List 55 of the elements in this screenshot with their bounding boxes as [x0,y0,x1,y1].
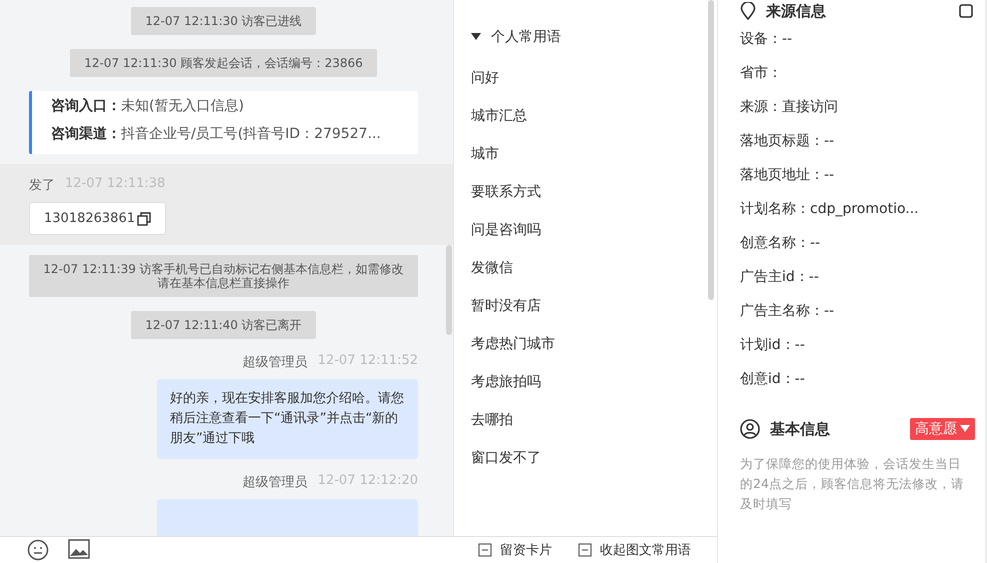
document-icon [478,543,492,557]
phrase-item[interactable]: 要联系方式 [471,173,541,211]
message-time: 12-07 12:12:20 [318,473,418,490]
scrollbar[interactable] [446,245,452,335]
sender-name: 超级管理员 [242,354,308,371]
phone-number: 13018263861 [44,211,135,226]
section-title: 基本信息 [770,420,830,438]
toolbar-action[interactable]: 留资卡片 [478,541,552,559]
phrase-item[interactable]: 考虑旅拍吗 [471,363,541,401]
sender-name: 发了 [29,177,55,194]
system-message: 12-07 12:11:40 访客已离开 [131,311,316,339]
caret-icon [960,425,970,433]
user-icon [740,419,760,439]
notice-text: 为了保障您的使用体验，会话发生当日的24点之后，顾客信息将无法修改，请及时填写 [740,455,965,513]
info-field: 创意id：-- [740,362,985,396]
entry-label: 咨询渠道： [51,126,121,142]
entry-label: 咨询入口： [51,98,121,114]
phrase-group-toggle[interactable]: 个人常用语 [471,28,717,46]
phrase-item[interactable]: 问好 [471,59,499,97]
document-icon [578,543,592,557]
info-field: 省市： [740,56,985,90]
scrollbar[interactable] [708,0,714,300]
system-message: 12-07 12:11:30 访客已进线 [131,7,316,35]
entry-value: 抖音企业号/员工号(抖音号ID：279527... [121,126,381,142]
info-field: 创意名称：-- [740,226,985,260]
info-field: 落地页地址：-- [740,158,985,192]
intent-dropdown[interactable]: 高意愿 [910,418,975,440]
image-icon[interactable] [68,539,90,559]
emoji-icon[interactable] [27,539,49,561]
caret-icon [471,33,481,41]
phrase-item[interactable]: 去哪拍 [471,401,513,439]
phrase-item[interactable]: 窗口发不了 [471,439,541,477]
location-pin-icon [740,2,756,20]
message-time: 12-07 12:11:52 [318,353,418,370]
phrase-item[interactable]: 发微信 [471,249,513,287]
system-message: 12-07 12:11:30 顾客发起会话，会话编号：23866 [70,49,377,77]
info-field: 设备：-- [740,22,985,56]
section-title: 来源信息 [766,2,826,20]
phrase-item[interactable]: 考虑热门城市 [471,325,555,363]
system-message: 12-07 12:11:39 访客手机号已自动标记右侧基本信息栏，如需修改请在基本信息栏直接操作 [29,255,418,297]
phrase-item[interactable]: 暂时没有店 [471,287,541,325]
info-field: 计划id：-- [740,328,985,362]
info-field: 广告主名称：-- [740,294,985,328]
sender-name: 超级管理员 [242,474,308,491]
entry-value: 未知(暂无入口信息) [121,98,244,114]
info-field: 计划名称：cdp_promotio... [740,192,985,226]
info-field: 广告主id：-- [740,260,985,294]
message-bubble: 好的亲，现在安排客服加您介绍哈。请您稍后注意查看一下“通讯录”并点击“新的朋友”通过下哦 [157,379,418,459]
phrase-group-title: 个人常用语 [491,28,561,46]
toolbar-action[interactable]: 收起图文常用语 [578,541,691,559]
phrase-item[interactable]: 问是咨询吗 [471,211,541,249]
info-field: 来源：直接访问 [740,90,985,124]
phrase-item[interactable]: 城市 [471,135,499,173]
info-field: 落地页标题：-- [740,124,985,158]
phrase-item[interactable]: 城市汇总 [471,97,527,135]
